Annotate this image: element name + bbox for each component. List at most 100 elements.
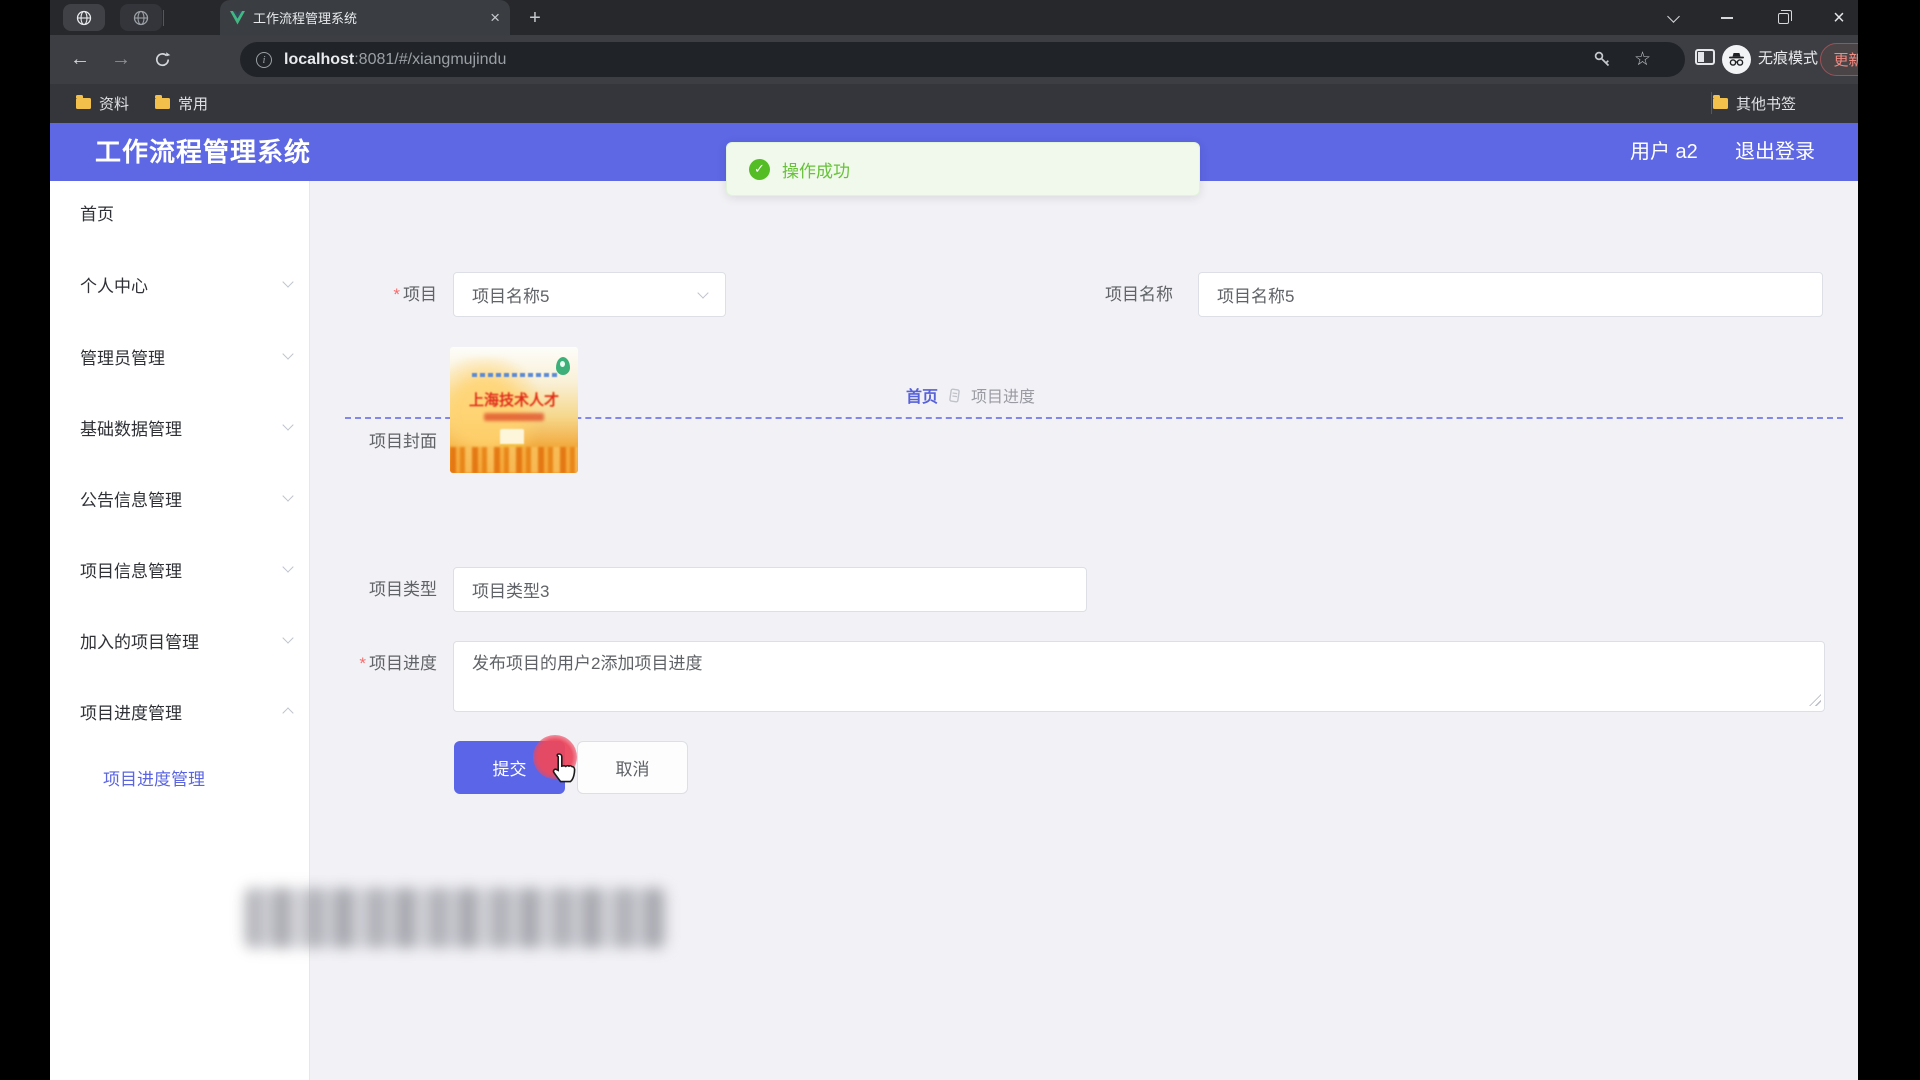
browser-titlebar: 工作流程管理系统 × + × bbox=[50, 0, 1858, 35]
other-bookmarks-button[interactable]: 其他书签 bbox=[1713, 93, 1796, 114]
sidebar-item-label: 管理员管理 bbox=[80, 344, 165, 369]
cover-art-badge bbox=[500, 429, 524, 447]
bookmark-star-icon[interactable]: ☆ bbox=[1634, 48, 1651, 71]
bookmark-folder-cy[interactable]: 常用 bbox=[155, 93, 208, 114]
info-icon[interactable]: i bbox=[256, 52, 272, 68]
folder-icon bbox=[1713, 98, 1728, 109]
tab-close-icon[interactable]: × bbox=[490, 9, 500, 26]
pinned-tab-1[interactable] bbox=[63, 4, 105, 31]
blurred-watermark bbox=[245, 888, 668, 948]
browser-toolbar: ← → i localhost:8081/#/xiangmujindu ☆ 无痕… bbox=[50, 35, 1858, 84]
project-type-label: 项目类型 bbox=[340, 567, 437, 612]
breadcrumb: 首页 项目进度 bbox=[906, 381, 1035, 409]
pinned-tab-2[interactable] bbox=[120, 4, 162, 31]
sidebar-item-label: 个人中心 bbox=[80, 272, 148, 297]
project-cover-label: 项目封面 bbox=[340, 419, 437, 464]
header-user: 用户 a2 bbox=[1630, 123, 1698, 181]
breadcrumb-current: 项目进度 bbox=[971, 383, 1035, 407]
chevron-down-icon bbox=[282, 632, 293, 643]
sidebar-item-notice-mgmt[interactable]: 公告信息管理 bbox=[80, 476, 292, 520]
cancel-button[interactable]: 取消 bbox=[577, 741, 688, 794]
globe-icon bbox=[133, 10, 149, 26]
sidebar-item-label: 基础数据管理 bbox=[80, 415, 182, 440]
cover-art-subtitle bbox=[484, 413, 544, 421]
required-asterisk: * bbox=[393, 285, 400, 304]
screen-edge-left bbox=[0, 0, 50, 1080]
cover-art-blue-text bbox=[472, 373, 560, 377]
cursor-hand-icon bbox=[548, 752, 578, 786]
bookmark-folder-zl[interactable]: 资料 bbox=[76, 93, 129, 114]
forward-button[interactable]: → bbox=[105, 43, 137, 75]
tab-divider bbox=[163, 10, 164, 26]
browser-tab-active[interactable]: 工作流程管理系统 × bbox=[220, 0, 510, 35]
success-toast: ✓ 操作成功 bbox=[726, 142, 1200, 196]
breadcrumb-home[interactable]: 首页 bbox=[906, 383, 938, 407]
chevron-up-icon bbox=[282, 707, 293, 718]
side-panel-icon[interactable] bbox=[1695, 49, 1715, 65]
project-type-input[interactable] bbox=[453, 567, 1087, 612]
project-cover-image[interactable]: 上海技术人才 bbox=[450, 347, 578, 473]
project-select-value: 项目名称5 bbox=[472, 282, 549, 307]
project-name-input[interactable] bbox=[1198, 272, 1823, 317]
sidebar-item-base-data-mgmt[interactable]: 基础数据管理 bbox=[80, 405, 292, 449]
screen-edge-right bbox=[1858, 0, 1920, 1080]
tab-title: 工作流程管理系统 bbox=[253, 8, 482, 27]
project-progress-textarea[interactable]: 发布项目的用户2添加项目进度 bbox=[453, 641, 1825, 712]
back-button[interactable]: ← bbox=[64, 43, 96, 75]
chevron-down-icon bbox=[282, 419, 293, 430]
other-bookmarks-label: 其他书签 bbox=[1736, 93, 1796, 114]
url-path: :8081/#/xiangmujindu bbox=[354, 51, 506, 69]
sidebar-item-joined-project-mgmt[interactable]: 加入的项目管理 bbox=[80, 618, 292, 662]
restore-icon bbox=[1778, 13, 1789, 24]
project-label: *项目 bbox=[340, 272, 437, 317]
sidebar-item-home[interactable]: 首页 bbox=[80, 190, 292, 234]
reload-button[interactable] bbox=[146, 43, 178, 75]
required-asterisk: * bbox=[359, 654, 366, 673]
bookmark-label: 常用 bbox=[178, 93, 208, 114]
folder-icon bbox=[76, 98, 91, 109]
chevron-down-icon bbox=[282, 490, 293, 501]
logout-link[interactable]: 退出登录 bbox=[1735, 123, 1815, 181]
sidebar-item-personal-center[interactable]: 个人中心 bbox=[80, 262, 292, 306]
bookmarks-divider bbox=[1711, 92, 1712, 114]
key-icon[interactable] bbox=[1593, 50, 1612, 69]
sidebar-item-label: 项目信息管理 bbox=[80, 557, 182, 582]
project-progress-label: *项目进度 bbox=[320, 641, 437, 686]
toast-message: 操作成功 bbox=[782, 157, 850, 182]
chevron-down-icon bbox=[282, 276, 293, 287]
address-bar[interactable]: i localhost:8081/#/xiangmujindu ☆ bbox=[240, 42, 1685, 77]
main-content: 首页 项目进度 *项目 项目名称5 项目名称 项目封面 上海技术人才 项目类型 bbox=[310, 181, 1858, 1080]
chevron-down-icon bbox=[282, 348, 293, 359]
sidebar-submenu-label: 项目进度管理 bbox=[103, 765, 205, 790]
globe-icon bbox=[76, 10, 92, 26]
reload-icon bbox=[154, 51, 171, 68]
window-restore-button[interactable] bbox=[1768, 8, 1798, 28]
breadcrumb-separator-icon bbox=[948, 388, 961, 403]
sidebar-item-project-info-mgmt[interactable]: 项目信息管理 bbox=[80, 547, 292, 591]
sidebar-submenu-project-progress[interactable]: 项目进度管理 bbox=[103, 757, 205, 797]
sidebar-item-admin-mgmt[interactable]: 管理员管理 bbox=[80, 334, 292, 378]
new-tab-button[interactable]: + bbox=[522, 6, 548, 30]
url-host: localhost bbox=[284, 51, 354, 69]
sidebar-item-label: 加入的项目管理 bbox=[80, 628, 199, 653]
success-check-icon: ✓ bbox=[749, 159, 770, 180]
vue-logo-icon bbox=[230, 11, 245, 25]
window-minimize-button[interactable] bbox=[1712, 8, 1742, 28]
chevron-down-icon bbox=[282, 561, 293, 572]
sidebar-item-project-progress-mgmt[interactable]: 项目进度管理 bbox=[80, 689, 292, 733]
chevron-down-icon bbox=[1667, 10, 1680, 23]
incognito-label: 无痕模式 bbox=[1758, 48, 1818, 70]
bookmark-label: 资料 bbox=[99, 93, 129, 114]
window-close-button[interactable]: × bbox=[1824, 8, 1854, 28]
sidebar-item-label: 公告信息管理 bbox=[80, 486, 182, 511]
cover-art-logo bbox=[556, 357, 570, 375]
bookmarks-bar: 资料 常用 其他书签 bbox=[50, 84, 1858, 123]
project-select[interactable]: 项目名称5 bbox=[453, 272, 726, 317]
cover-art-skyline bbox=[450, 447, 578, 473]
window-menu-button[interactable] bbox=[1658, 8, 1688, 28]
incognito-icon bbox=[1722, 45, 1751, 74]
sidebar-item-label: 项目进度管理 bbox=[80, 699, 182, 724]
screen: 工作流程管理系统 × + × ← → i localhost:8081/#/xi… bbox=[0, 0, 1920, 1080]
close-icon: × bbox=[1833, 9, 1845, 27]
sidebar-item-label: 首页 bbox=[80, 200, 114, 225]
